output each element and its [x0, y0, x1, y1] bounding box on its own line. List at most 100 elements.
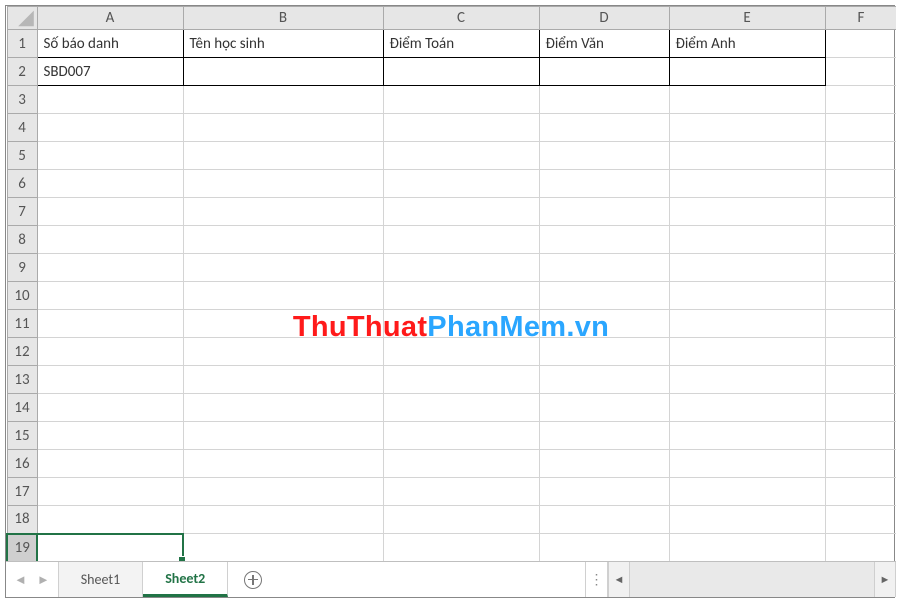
cell-E15[interactable] [669, 422, 825, 450]
cell-E19[interactable] [669, 534, 825, 562]
cell-D8[interactable] [539, 226, 669, 254]
row-header-17[interactable]: 17 [7, 478, 37, 506]
cell-B7[interactable] [183, 198, 383, 226]
cell-E5[interactable] [669, 142, 825, 170]
cell-C19[interactable] [383, 534, 539, 562]
cell-E12[interactable] [669, 338, 825, 366]
cell-B3[interactable] [183, 86, 383, 114]
cell-E10[interactable] [669, 282, 825, 310]
cell-A10[interactable] [37, 282, 183, 310]
cell-B6[interactable] [183, 170, 383, 198]
cell-C1[interactable]: Điểm Toán [383, 30, 539, 58]
cell-F14[interactable] [825, 394, 896, 422]
tab-nav-prev-icon[interactable]: ◄ [14, 572, 27, 588]
cell-D13[interactable] [539, 366, 669, 394]
cell-E18[interactable] [669, 506, 825, 534]
cell-E17[interactable] [669, 478, 825, 506]
row-header-15[interactable]: 15 [7, 422, 37, 450]
cell-C7[interactable] [383, 198, 539, 226]
cell-B13[interactable] [183, 366, 383, 394]
cell-B9[interactable] [183, 254, 383, 282]
cell-D12[interactable] [539, 338, 669, 366]
row-header-3[interactable]: 3 [7, 86, 37, 114]
cell-C17[interactable] [383, 478, 539, 506]
cell-D17[interactable] [539, 478, 669, 506]
select-all-corner[interactable] [7, 7, 37, 30]
cell-B11[interactable] [183, 310, 383, 338]
row-header-16[interactable]: 16 [7, 450, 37, 478]
tab-nav-next-icon[interactable]: ► [37, 572, 50, 588]
cell-C13[interactable] [383, 366, 539, 394]
cell-D11[interactable] [539, 310, 669, 338]
cell-E1[interactable]: Điểm Anh [669, 30, 825, 58]
cell-E16[interactable] [669, 450, 825, 478]
cell-D10[interactable] [539, 282, 669, 310]
cell-C15[interactable] [383, 422, 539, 450]
sheet-tab-sheet2[interactable]: Sheet2 [143, 562, 228, 597]
cell-B18[interactable] [183, 506, 383, 534]
row-header-6[interactable]: 6 [7, 170, 37, 198]
cell-D16[interactable] [539, 450, 669, 478]
cell-C18[interactable] [383, 506, 539, 534]
cell-E6[interactable] [669, 170, 825, 198]
cell-F12[interactable] [825, 338, 896, 366]
cell-F2[interactable] [825, 58, 896, 86]
cell-F9[interactable] [825, 254, 896, 282]
cell-B15[interactable] [183, 422, 383, 450]
row-header-13[interactable]: 13 [7, 366, 37, 394]
cell-E8[interactable] [669, 226, 825, 254]
cell-C9[interactable] [383, 254, 539, 282]
cell-A6[interactable] [37, 170, 183, 198]
row-header-5[interactable]: 5 [7, 142, 37, 170]
row-header-4[interactable]: 4 [7, 114, 37, 142]
cell-C10[interactable] [383, 282, 539, 310]
cell-B4[interactable] [183, 114, 383, 142]
cell-D3[interactable] [539, 86, 669, 114]
cell-F19[interactable] [825, 534, 896, 562]
cell-B14[interactable] [183, 394, 383, 422]
cell-A9[interactable] [37, 254, 183, 282]
scroll-left-icon[interactable]: ◄ [608, 562, 630, 597]
cell-F13[interactable] [825, 366, 896, 394]
cell-C8[interactable] [383, 226, 539, 254]
cell-E2[interactable] [669, 58, 825, 86]
cell-E13[interactable] [669, 366, 825, 394]
cell-C3[interactable] [383, 86, 539, 114]
cell-F15[interactable] [825, 422, 896, 450]
cell-B19[interactable] [183, 534, 383, 562]
spreadsheet-grid[interactable]: ABCDEF1Số báo danhTên học sinhĐiểm ToánĐ… [6, 6, 896, 561]
cell-A18[interactable] [37, 506, 183, 534]
cell-E9[interactable] [669, 254, 825, 282]
row-header-11[interactable]: 11 [7, 310, 37, 338]
cell-D15[interactable] [539, 422, 669, 450]
cell-F7[interactable] [825, 198, 896, 226]
cell-D6[interactable] [539, 170, 669, 198]
cell-F3[interactable] [825, 86, 896, 114]
column-header-F[interactable]: F [825, 7, 896, 30]
cell-F6[interactable] [825, 170, 896, 198]
cell-D2[interactable] [539, 58, 669, 86]
cell-A19[interactable] [37, 534, 183, 562]
cell-C2[interactable] [383, 58, 539, 86]
cell-A14[interactable] [37, 394, 183, 422]
cell-C5[interactable] [383, 142, 539, 170]
row-header-1[interactable]: 1 [7, 30, 37, 58]
row-header-14[interactable]: 14 [7, 394, 37, 422]
column-header-A[interactable]: A [37, 7, 183, 30]
cell-A15[interactable] [37, 422, 183, 450]
row-header-12[interactable]: 12 [7, 338, 37, 366]
cell-B17[interactable] [183, 478, 383, 506]
column-header-E[interactable]: E [669, 7, 825, 30]
cell-D5[interactable] [539, 142, 669, 170]
cell-C11[interactable] [383, 310, 539, 338]
row-header-9[interactable]: 9 [7, 254, 37, 282]
scroll-track[interactable] [630, 562, 874, 597]
cell-B8[interactable] [183, 226, 383, 254]
cell-E11[interactable] [669, 310, 825, 338]
cell-F18[interactable] [825, 506, 896, 534]
cell-F8[interactable] [825, 226, 896, 254]
horizontal-scrollbar[interactable]: ◄ ► [608, 562, 896, 597]
cell-A5[interactable] [37, 142, 183, 170]
cell-B1[interactable]: Tên học sinh [183, 30, 383, 58]
sheet-tab-sheet1[interactable]: Sheet1 [59, 562, 143, 597]
